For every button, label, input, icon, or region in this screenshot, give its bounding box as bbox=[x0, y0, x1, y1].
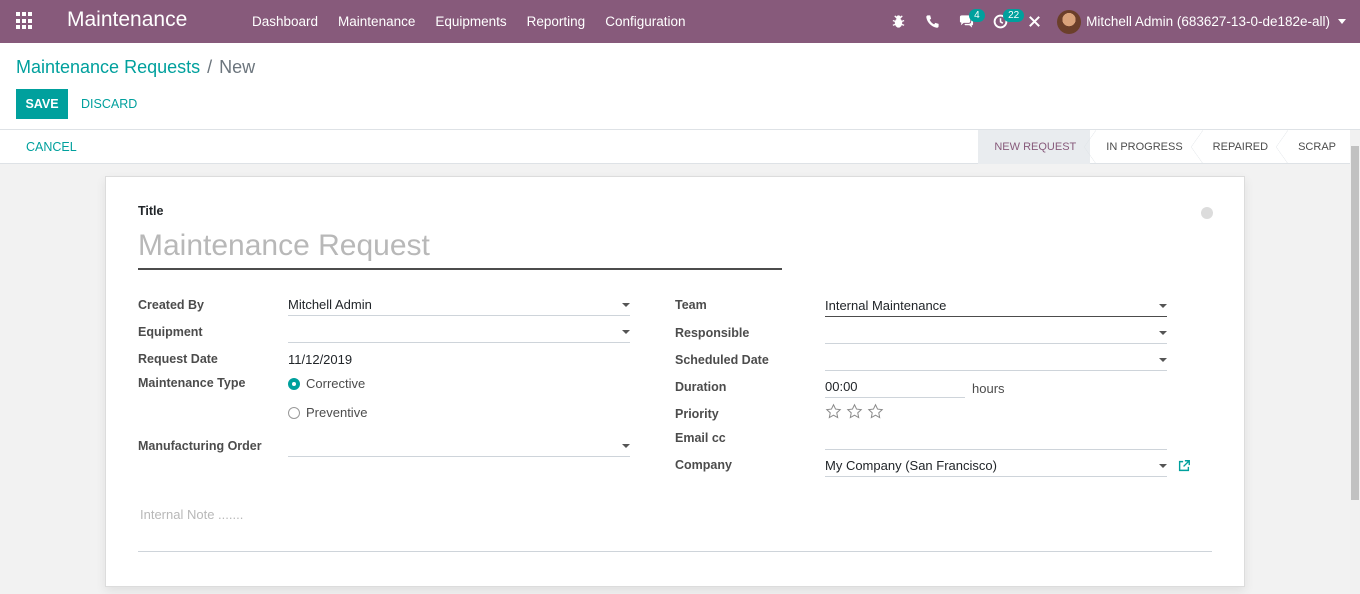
title-label: Title bbox=[138, 204, 164, 218]
radio-preventive-label: Preventive bbox=[306, 405, 368, 420]
request-date-label: Request Date bbox=[138, 352, 218, 366]
bug-icon[interactable] bbox=[881, 0, 915, 43]
status-bar: CANCEL NEW REQUEST IN PROGRESS REPAIRED … bbox=[0, 130, 1350, 164]
apps-icon[interactable] bbox=[16, 12, 34, 30]
user-name: Mitchell Admin (683627-13-0-de182e-all) bbox=[1086, 14, 1330, 29]
chevron-down-icon[interactable] bbox=[622, 303, 630, 307]
equipment-field[interactable] bbox=[288, 321, 630, 343]
stage-repaired[interactable]: REPAIRED bbox=[1197, 130, 1289, 164]
email-cc-label: Email cc bbox=[675, 431, 726, 445]
breadcrumb-parent[interactable]: Maintenance Requests bbox=[16, 57, 200, 78]
systray: 4 22 Mitchell Admin (683627-13-0-de182e-… bbox=[881, 0, 1360, 43]
chevron-down-icon[interactable] bbox=[1159, 358, 1167, 362]
app-title: Maintenance bbox=[67, 8, 188, 31]
star-icon[interactable] bbox=[867, 403, 884, 420]
radio-corrective[interactable]: Corrective bbox=[288, 376, 365, 391]
scheduled-date-label: Scheduled Date bbox=[675, 353, 769, 367]
team-field[interactable]: Internal Maintenance bbox=[825, 295, 1167, 317]
scrollbar-thumb[interactable] bbox=[1351, 146, 1359, 500]
close-tools-icon[interactable] bbox=[1017, 0, 1051, 43]
priority-stars bbox=[825, 403, 888, 420]
phone-icon[interactable] bbox=[915, 0, 949, 43]
manufacturing-order-field[interactable] bbox=[288, 435, 630, 457]
priority-label: Priority bbox=[675, 407, 719, 421]
star-icon[interactable] bbox=[846, 403, 863, 420]
top-navbar: Maintenance Dashboard Maintenance Equipm… bbox=[0, 0, 1360, 43]
request-date-value[interactable]: 11/12/2019 bbox=[288, 352, 352, 367]
duration-input[interactable]: 00:00 bbox=[825, 376, 965, 398]
chevron-down-icon bbox=[1338, 19, 1346, 24]
scheduled-date-field[interactable] bbox=[825, 349, 1167, 371]
scrollbar[interactable] bbox=[1350, 130, 1360, 594]
created-by-field[interactable]: Mitchell Admin bbox=[288, 294, 630, 316]
cancel-button[interactable]: CANCEL bbox=[26, 130, 77, 164]
email-cc-input[interactable] bbox=[825, 428, 1167, 450]
radio-dot-unchecked[interactable] bbox=[288, 406, 300, 419]
control-panel: Maintenance Requests / New SAVE DISCARD bbox=[0, 43, 1360, 130]
company-value: My Company (San Francisco) bbox=[825, 458, 997, 473]
breadcrumb: Maintenance Requests / New bbox=[16, 57, 255, 78]
duration-value: 00:00 bbox=[825, 379, 858, 394]
radio-corrective-label: Corrective bbox=[306, 376, 366, 391]
stage-in-progress[interactable]: IN PROGRESS bbox=[1090, 130, 1204, 164]
created-by-value: Mitchell Admin bbox=[288, 297, 372, 312]
breadcrumb-current: New bbox=[219, 57, 256, 77]
discard-button[interactable]: DISCARD bbox=[81, 89, 137, 119]
created-by-label: Created By bbox=[138, 298, 204, 312]
maintenance-type-label: Maintenance Type bbox=[138, 376, 246, 390]
chevron-down-icon[interactable] bbox=[1159, 464, 1167, 468]
clock-icon[interactable]: 22 bbox=[983, 0, 1025, 43]
stage-scrap[interactable]: SCRAP bbox=[1282, 130, 1350, 164]
chevron-down-icon[interactable] bbox=[1159, 331, 1167, 335]
breadcrumb-separator: / bbox=[207, 57, 213, 77]
chat-icon[interactable]: 4 bbox=[949, 0, 985, 43]
stage-pipeline: NEW REQUEST IN PROGRESS REPAIRED SCRAP bbox=[978, 130, 1350, 164]
radio-preventive[interactable]: Preventive bbox=[288, 405, 367, 420]
duration-unit: hours bbox=[972, 381, 1005, 396]
menu-item-equipments[interactable]: Equipments bbox=[425, 14, 516, 29]
form-sheet: Title Created By Mitchell Admin Equipmen… bbox=[105, 176, 1245, 587]
chevron-down-icon[interactable] bbox=[622, 444, 630, 448]
star-icon[interactable] bbox=[825, 403, 842, 420]
equipment-label: Equipment bbox=[138, 325, 203, 339]
user-menu[interactable]: Mitchell Admin (683627-13-0-de182e-all) bbox=[1051, 0, 1360, 43]
chevron-down-icon[interactable] bbox=[622, 330, 630, 334]
stage-new-request[interactable]: NEW REQUEST bbox=[978, 130, 1097, 164]
menu-item-configuration[interactable]: Configuration bbox=[595, 14, 695, 29]
kanban-state-dot[interactable] bbox=[1201, 207, 1213, 219]
team-value: Internal Maintenance bbox=[825, 298, 947, 313]
duration-label: Duration bbox=[675, 380, 727, 394]
menu-item-maintenance[interactable]: Maintenance bbox=[328, 14, 425, 29]
save-button[interactable]: SAVE bbox=[16, 89, 68, 119]
main-menu: Dashboard Maintenance Equipments Reporti… bbox=[242, 0, 696, 43]
internal-note-placeholder: Internal Note ....... bbox=[140, 507, 244, 522]
external-link-icon[interactable] bbox=[1177, 459, 1191, 473]
menu-item-dashboard[interactable]: Dashboard bbox=[242, 14, 328, 29]
title-input[interactable] bbox=[138, 223, 782, 270]
responsible-field[interactable] bbox=[825, 322, 1167, 344]
internal-note-editor[interactable]: Internal Note ....... bbox=[138, 497, 1212, 552]
menu-item-reporting[interactable]: Reporting bbox=[517, 14, 596, 29]
radio-dot-checked[interactable] bbox=[288, 377, 300, 390]
avatar bbox=[1057, 9, 1082, 34]
company-label: Company bbox=[675, 458, 732, 472]
team-label: Team bbox=[675, 298, 707, 312]
company-field[interactable]: My Company (San Francisco) bbox=[825, 455, 1167, 477]
chevron-down-icon[interactable] bbox=[1159, 304, 1167, 308]
manufacturing-order-label: Manufacturing Order bbox=[138, 439, 262, 453]
responsible-label: Responsible bbox=[675, 326, 750, 340]
